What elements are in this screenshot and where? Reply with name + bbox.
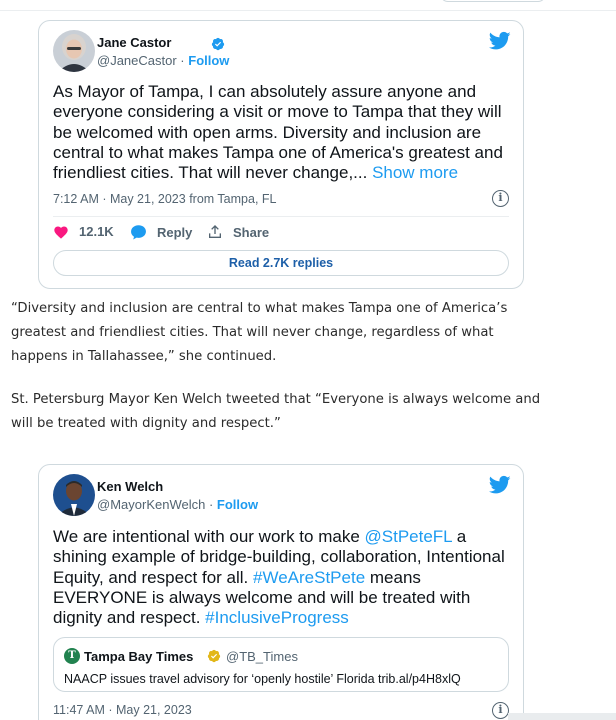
- info-icon[interactable]: i: [492, 190, 509, 207]
- follow-button[interactable]: Follow: [217, 497, 258, 512]
- divider: [53, 216, 509, 217]
- author-handle-line: @JaneCastor · Follow: [97, 53, 229, 68]
- avatar[interactable]: [53, 30, 95, 72]
- show-more-link[interactable]: Show more: [372, 163, 458, 182]
- separator: ·: [205, 497, 217, 512]
- embedded-tweet-jane-castor[interactable]: Jane Castor @JaneCastor · Follow As Mayo…: [38, 20, 524, 289]
- hashtag-link[interactable]: #InclusiveProgress: [205, 608, 349, 627]
- tweet-text: We are intentional with our work to make…: [53, 527, 513, 628]
- twitter-bird-icon[interactable]: [489, 31, 511, 51]
- author-handle-line: @MayorKenWelch · Follow: [97, 497, 258, 512]
- previous-embed-edge: [0, 0, 616, 12]
- heart-icon: [54, 226, 68, 239]
- avatar[interactable]: [53, 474, 95, 516]
- article-paragraph: St. Petersburg Mayor Ken Welch tweeted t…: [11, 392, 541, 431]
- follow-button[interactable]: Follow: [188, 53, 229, 68]
- author-handle[interactable]: @MayorKenWelch: [97, 497, 205, 512]
- embedded-tweet-ken-welch[interactable]: Ken Welch @MayorKenWelch · Follow We are…: [38, 464, 524, 720]
- quoted-author-handle[interactable]: @TB_Times: [226, 649, 298, 664]
- mention-link[interactable]: @StPeteFL: [365, 527, 453, 546]
- quoted-tweet-text: NAACP issues travel advisory for ‘openly…: [64, 672, 461, 686]
- reply-icon: [131, 225, 146, 240]
- likes-count: 12.1K: [79, 224, 114, 239]
- like-button[interactable]: 12.1K: [53, 224, 114, 239]
- previous-embed-button[interactable]: [440, 0, 546, 2]
- tampa-bay-times-logo-icon: T: [64, 648, 80, 664]
- verified-badge-icon: [207, 649, 221, 663]
- tweet-text-part: We are intentional with our work to make: [53, 527, 365, 546]
- author-handle[interactable]: @JaneCastor: [97, 53, 177, 68]
- author-name[interactable]: Ken Welch: [97, 479, 163, 494]
- reply-label: Reply: [157, 224, 193, 240]
- quoted-tweet[interactable]: T Tampa Bay Times @TB_Times NAACP issues…: [53, 637, 509, 692]
- share-button[interactable]: Share: [207, 224, 269, 240]
- author-name[interactable]: Jane Castor: [97, 35, 171, 50]
- scrollbar[interactable]: [508, 713, 616, 720]
- separator: ·: [176, 53, 189, 68]
- tweet-timestamp[interactable]: 11:47 AM · May 21, 2023: [53, 703, 192, 717]
- tweet-text: As Mayor of Tampa, I can absolutely assu…: [53, 82, 513, 183]
- share-label: Share: [233, 224, 270, 240]
- hashtag-link[interactable]: #WeAreStPete: [253, 568, 365, 587]
- info-icon[interactable]: i: [492, 702, 509, 719]
- reply-button[interactable]: Reply: [130, 224, 192, 240]
- tweet-timestamp[interactable]: 7:12 AM · May 21, 2023 from Tampa, FL: [53, 192, 277, 206]
- article-paragraph: “Diversity and inclusion are central to …: [11, 301, 508, 364]
- share-icon: [209, 225, 221, 238]
- verified-badge-icon: [211, 37, 225, 51]
- quoted-author-name[interactable]: Tampa Bay Times: [84, 649, 193, 664]
- divider: [0, 10, 616, 11]
- read-replies-button[interactable]: Read 2.7K replies: [53, 250, 509, 276]
- twitter-bird-icon[interactable]: [489, 475, 511, 495]
